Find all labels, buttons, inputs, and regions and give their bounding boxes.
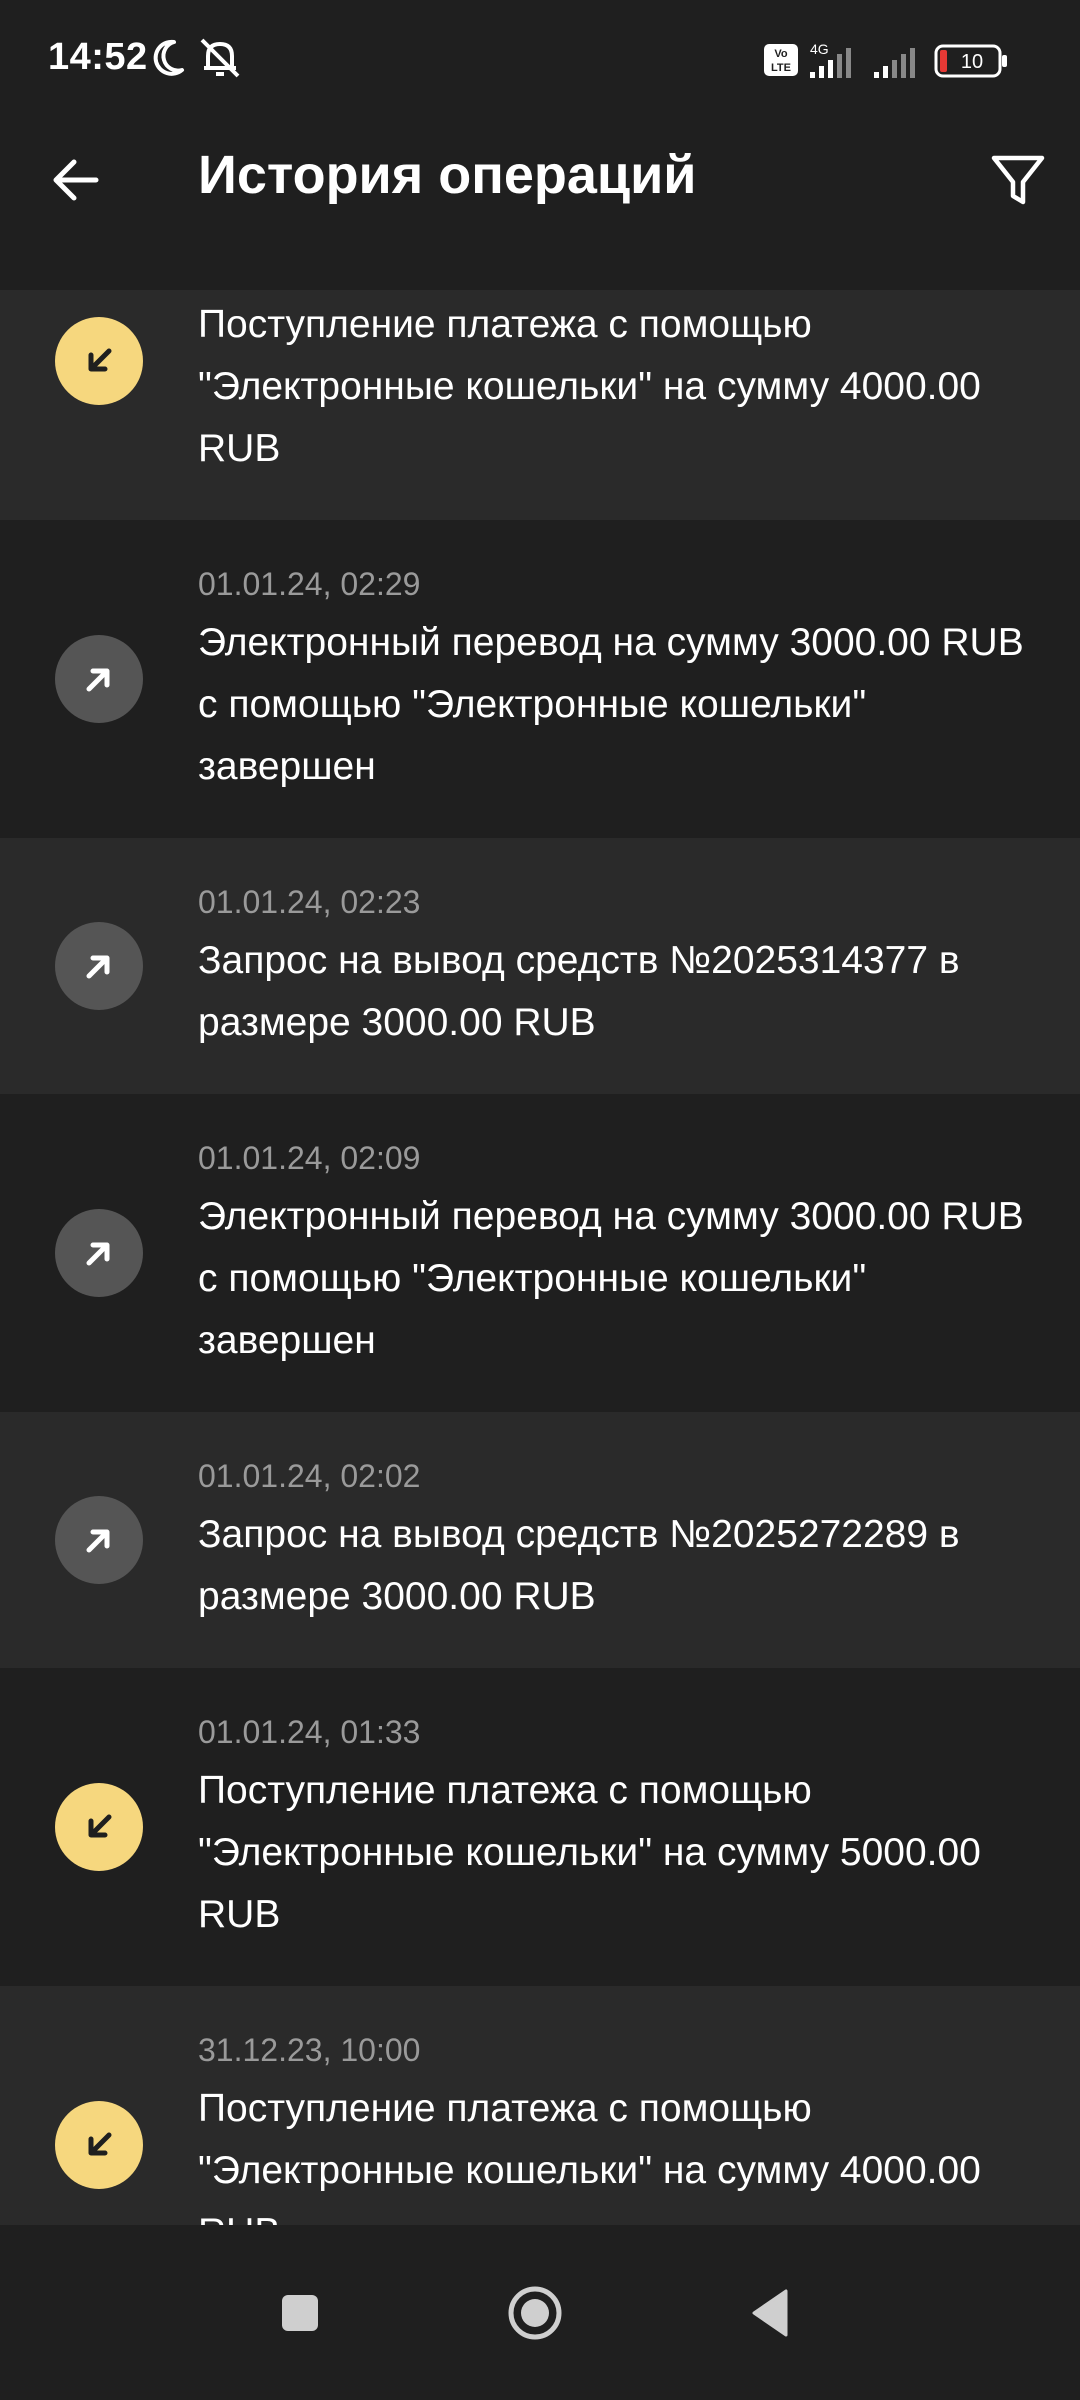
volte-label-bottom: LTE (771, 62, 791, 74)
operation-description: Электронный перевод на сумму 3000.00 RUB… (198, 621, 1024, 788)
operation-row[interactable]: 01.01.24, 02:23 Запрос на вывод средств №… (0, 838, 1080, 1094)
operation-date: 01.01.24, 01:33 (198, 1714, 421, 1750)
operation-description: Поступление платежа с помощью "Электронн… (198, 2087, 981, 2225)
arrow-up-right-icon (55, 922, 143, 1010)
volte-icon: Vo LTE (764, 44, 798, 76)
recents-button[interactable] (250, 2265, 350, 2365)
operation-description: Электронный перевод на сумму 3000.00 RUB… (198, 1195, 1024, 1362)
filter-button[interactable] (978, 142, 1058, 222)
operation-row[interactable]: 01.01.24, 02:02 Запрос на вывод средств №… (0, 1412, 1080, 1668)
status-right-group: Vo LTE 4G 10 (764, 36, 1024, 84)
operation-date: 01.01.24, 02:02 (198, 1458, 421, 1494)
recents-square-icon (278, 2291, 322, 2340)
operation-row[interactable]: 01.01.24, 02:09 Электронный перевод на су… (0, 1094, 1080, 1412)
signal-icon (874, 48, 915, 78)
arrow-up-right-icon (55, 1496, 143, 1584)
operation-description: Запрос на вывод средств №2025314377 в ра… (198, 939, 960, 1044)
signal-4g-icon: 4G (810, 41, 851, 78)
filter-icon (988, 150, 1048, 215)
system-nav-bar (0, 2225, 1080, 2400)
back-triangle-icon (748, 2287, 792, 2344)
arrow-down-left-icon (55, 1783, 143, 1871)
operation-row[interactable]: 01.01.24, 02:29 Электронный перевод на су… (0, 520, 1080, 838)
operation-date: 01.01.24, 02:09 (198, 1140, 421, 1176)
back-button[interactable] (36, 142, 116, 222)
arrow-up-right-icon (55, 1209, 143, 1297)
home-circle-icon (505, 2283, 565, 2348)
moon-icon (148, 36, 188, 85)
arrow-up-right-icon (55, 635, 143, 723)
operation-date: 01.01.24, 02:23 (198, 884, 421, 920)
volte-label-top: Vo (774, 48, 788, 60)
network-label: 4G (810, 41, 829, 57)
page-title: История операций (198, 145, 697, 205)
battery-icon: 10 (934, 44, 1007, 78)
operation-description: Поступление платежа с помощью "Электронн… (198, 1769, 981, 1936)
operation-description: Запрос на вывод средств №2025272289 в ра… (198, 1513, 960, 1618)
operation-row[interactable]: Поступление платежа с помощью "Электронн… (0, 290, 1080, 520)
operations-list[interactable]: Поступление платежа с помощью "Электронн… (0, 290, 1080, 2225)
arrow-down-left-icon (55, 2101, 143, 2189)
home-button[interactable] (485, 2265, 585, 2365)
status-bar: 14:52 Vo LTE 4G 10 (0, 0, 1080, 120)
operation-description: Поступление платежа с помощью "Электронн… (198, 303, 981, 470)
arrow-left-icon (48, 152, 104, 213)
operation-date: 01.01.24, 02:29 (198, 566, 421, 602)
app-bar: История операций (0, 120, 1080, 290)
arrow-down-left-icon (55, 317, 143, 405)
bell-off-icon (196, 36, 244, 85)
operation-row[interactable]: 31.12.23, 10:00 Поступление платежа с пом… (0, 1986, 1080, 2225)
operation-date: 31.12.23, 10:00 (198, 2032, 421, 2068)
battery-level: 10 (961, 51, 983, 73)
back-nav-button[interactable] (720, 2265, 820, 2365)
operation-row[interactable]: 01.01.24, 01:33 Поступление платежа с пом… (0, 1668, 1080, 1986)
status-time: 14:52 (48, 36, 148, 78)
